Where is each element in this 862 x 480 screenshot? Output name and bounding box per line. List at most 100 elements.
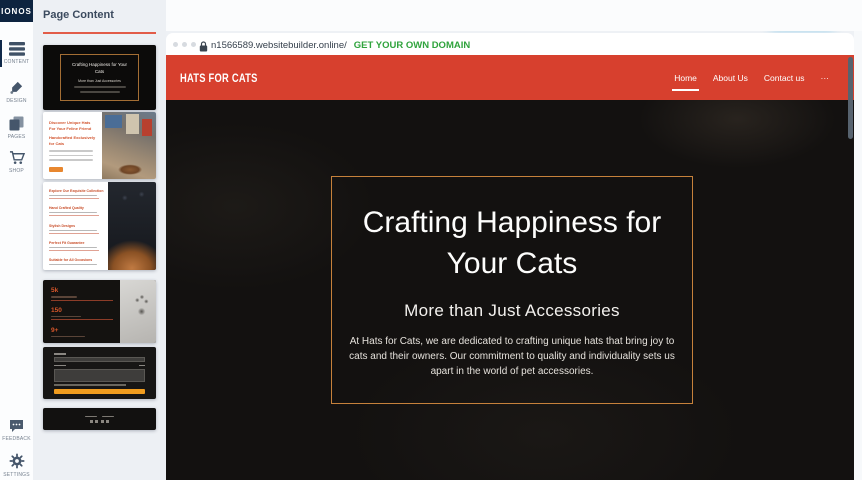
nav-item-about-us[interactable]: About Us bbox=[712, 71, 749, 85]
stat-value: 9+ bbox=[51, 327, 113, 334]
sidebar-item-label: PAGES bbox=[8, 134, 26, 140]
site-nav: Home About Us Contact us ··· bbox=[673, 55, 830, 100]
panel-title: Page Content bbox=[43, 9, 114, 21]
thumbnail-hero-section[interactable]: Crafting Happiness for Your Cats More th… bbox=[43, 45, 156, 110]
divider bbox=[49, 250, 99, 251]
thumbnail-paw-print-photo bbox=[120, 280, 156, 343]
thumbnail-contact-form-section[interactable] bbox=[43, 347, 156, 399]
get-domain-link[interactable]: GET YOUR OWN DOMAIN bbox=[354, 40, 470, 51]
text-placeholder-bar bbox=[74, 86, 126, 88]
shop-cart-icon bbox=[9, 150, 25, 165]
text-placeholder-bar bbox=[51, 296, 77, 298]
sidebar-item-feedback[interactable]: FEEDBACK bbox=[0, 419, 33, 442]
thumbnail-footer-section[interactable] bbox=[43, 408, 156, 430]
panel-title-underline bbox=[43, 32, 156, 34]
design-brush-icon bbox=[9, 80, 24, 95]
content-icon bbox=[9, 42, 25, 56]
preview-right-margin bbox=[854, 31, 862, 480]
thumbnail-orange-cat-photo bbox=[108, 182, 156, 270]
nav-item-home[interactable]: Home bbox=[673, 71, 698, 85]
feature-heading: Stylish Designs bbox=[49, 224, 103, 228]
thumbnail-intro-button bbox=[49, 167, 63, 172]
footer-links-bars bbox=[85, 416, 114, 418]
form-submit-button bbox=[54, 389, 145, 394]
preview-scrollbar[interactable] bbox=[848, 57, 853, 139]
thumbnail-stats-section[interactable]: 5k 150 9+ bbox=[43, 280, 156, 343]
feature-heading: Explore Our Exquisite Collection bbox=[49, 189, 103, 193]
hero-gold-frame: Crafting Happiness for Your Cats More th… bbox=[331, 176, 693, 404]
text-placeholder-bar bbox=[51, 336, 85, 338]
text-placeholder-bar bbox=[51, 316, 81, 318]
thumbnail-stats-list: 5k 150 9+ bbox=[43, 280, 120, 343]
thumbnail-intro-text: Discover Unique Hats For Your Feline Fri… bbox=[43, 112, 102, 179]
sidebar-item-settings[interactable]: SETTINGS bbox=[0, 453, 33, 478]
window-dots bbox=[173, 42, 196, 47]
icon-rail: IONOS CONTENT DESIGN PAGES SHOP FEEDBACK bbox=[0, 0, 33, 480]
hero-subheading[interactable]: More than Just Accessories bbox=[404, 301, 620, 321]
feedback-bubble-icon bbox=[9, 419, 24, 433]
text-placeholder-bar bbox=[102, 416, 114, 418]
thumbnail-features-list: Explore Our Exquisite Collection Hand Cr… bbox=[43, 182, 108, 270]
site-logo[interactable]: HATS FOR CATS bbox=[180, 71, 258, 85]
thumbnail-intro-heading2: Handcrafted Exclusively for Cats bbox=[49, 135, 97, 147]
thumbnail-hero-frame: Crafting Happiness for Your Cats More th… bbox=[60, 54, 139, 101]
thumbnail-hero-subtitle: More than Just Accessories bbox=[78, 79, 121, 83]
divider bbox=[49, 233, 99, 234]
text-placeholder-bar bbox=[49, 155, 93, 157]
sidebar-item-shop[interactable]: SHOP bbox=[0, 150, 33, 174]
footer-social-icons bbox=[90, 420, 110, 423]
ionos-logo: IONOS bbox=[0, 0, 33, 22]
browser-chrome-bar: n1566589.websitebuilder.online/GET YOUR … bbox=[166, 33, 854, 55]
social-icon bbox=[90, 420, 93, 423]
form-checkbox-line bbox=[54, 384, 126, 386]
form-label-bar bbox=[54, 353, 66, 355]
thumbnail-intro-heading1: Discover Unique Hats For Your Feline Fri… bbox=[49, 120, 97, 132]
sidebar-item-label: SETTINGS bbox=[3, 472, 30, 478]
sidebar-item-label: FEEDBACK bbox=[2, 436, 31, 442]
feature-heading: Perfect Fit Guarantee bbox=[49, 241, 103, 245]
stat-value: 5k bbox=[51, 287, 113, 294]
page-content-panel: Page Content Crafting Happiness for Your… bbox=[33, 0, 166, 480]
sidebar-item-label: SHOP bbox=[9, 168, 24, 174]
sidebar-item-pages[interactable]: PAGES bbox=[0, 116, 33, 140]
thumbnail-intro-section[interactable]: Discover Unique Hats For Your Feline Fri… bbox=[43, 112, 156, 179]
sidebar-item-label: DESIGN bbox=[6, 98, 26, 104]
nav-item-contact-us[interactable]: Contact us bbox=[763, 71, 806, 85]
site-header[interactable]: HATS FOR CATS Home About Us Contact us ·… bbox=[166, 55, 854, 100]
sidebar-item-design[interactable]: DESIGN bbox=[0, 80, 33, 104]
text-placeholder-bar bbox=[49, 212, 97, 213]
form-label-bar bbox=[54, 365, 66, 367]
divider bbox=[49, 215, 99, 216]
social-icon bbox=[106, 420, 109, 423]
settings-gear-icon bbox=[9, 453, 25, 469]
text-placeholder-bar bbox=[80, 91, 120, 93]
text-placeholder-bar bbox=[49, 230, 97, 231]
thumbnail-features-section[interactable]: Explore Our Exquisite Collection Hand Cr… bbox=[43, 182, 156, 270]
hero-body-text[interactable]: At Hats for Cats, we are dedicated to cr… bbox=[346, 334, 678, 379]
text-placeholder-bar bbox=[49, 264, 97, 265]
sidebar-item-label: CONTENT bbox=[4, 59, 30, 65]
divider bbox=[51, 319, 113, 320]
thumbnail-hero-title: Crafting Happiness for Your Cats bbox=[67, 62, 132, 76]
sidebar-item-content[interactable]: CONTENT bbox=[0, 42, 33, 65]
divider bbox=[51, 300, 113, 301]
stat-value: 150 bbox=[51, 307, 113, 314]
feature-heading: Suitable for All Occasions bbox=[49, 258, 103, 262]
thumbnail-cat-street-photo bbox=[102, 112, 156, 179]
social-icon bbox=[95, 420, 98, 423]
text-placeholder-bar bbox=[49, 150, 93, 152]
text-placeholder-bar bbox=[85, 416, 97, 418]
form-input-placeholder bbox=[54, 357, 145, 362]
site-url[interactable]: n1566589.websitebuilder.online/GET YOUR … bbox=[211, 40, 470, 51]
text-placeholder-bar bbox=[49, 247, 97, 248]
hero-section[interactable]: Crafting Happiness for Your Cats More th… bbox=[166, 100, 854, 480]
form-counter-bar bbox=[139, 365, 145, 367]
text-placeholder-bar bbox=[49, 195, 97, 196]
social-icon bbox=[101, 420, 104, 423]
hero-heading[interactable]: Crafting Happiness for Your Cats bbox=[337, 202, 687, 285]
top-toolbar bbox=[166, 0, 862, 31]
nav-more-icon[interactable]: ··· bbox=[820, 71, 831, 85]
text-placeholder-bar bbox=[49, 159, 93, 161]
pages-icon bbox=[9, 116, 24, 131]
feature-heading: Hand Crafted Quality bbox=[49, 206, 103, 210]
